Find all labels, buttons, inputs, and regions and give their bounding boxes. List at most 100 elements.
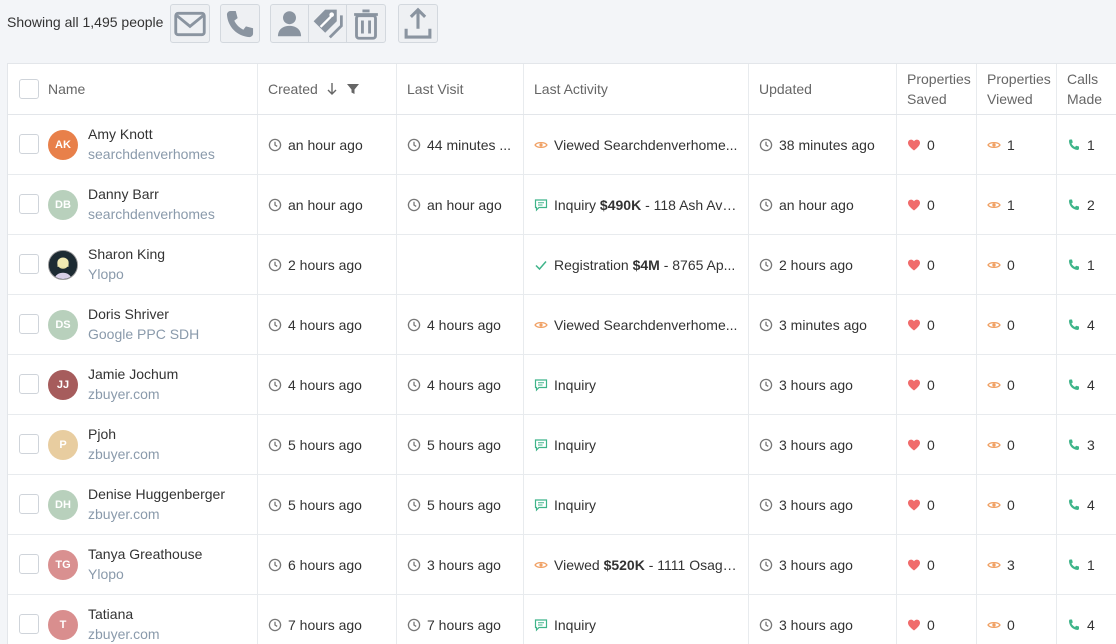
last-visit-text: an hour ago (427, 196, 502, 213)
eye-icon (987, 141, 1001, 148)
cell-last-visit: 3 hours ago (397, 535, 524, 594)
export-button[interactable] (399, 5, 437, 42)
row-checkbox[interactable] (19, 254, 39, 274)
header-updated[interactable]: Updated (749, 64, 897, 114)
calls-count: 2 (1087, 196, 1095, 213)
avatar[interactable]: TG (48, 550, 78, 580)
header-created[interactable]: Created (258, 64, 397, 114)
heart-icon (908, 499, 920, 510)
avatar[interactable]: AK (48, 130, 78, 160)
eye-icon (534, 561, 548, 568)
person-name[interactable]: Denise Huggenberger (88, 486, 225, 502)
cell-created: 2 hours ago (258, 235, 397, 294)
row-checkbox[interactable] (19, 554, 39, 574)
avatar[interactable]: DH (48, 490, 78, 520)
header-name-label[interactable]: Name (48, 81, 85, 97)
delete-button[interactable] (347, 5, 385, 42)
bulk-actions-group (270, 4, 386, 43)
cell-name: Sharon King Ylopo (8, 235, 258, 294)
person-name[interactable]: Pjoh (88, 426, 116, 442)
table-row[interactable]: T Tatiana zbuyer.com 7 hours ago 7 hours… (8, 595, 1116, 644)
calls-count: 1 (1087, 556, 1095, 573)
clock-icon (759, 498, 773, 511)
avatar[interactable]: T (48, 610, 78, 640)
cell-last-activity[interactable]: Inquiry (524, 415, 749, 474)
assign-person-button[interactable] (271, 5, 309, 42)
created-text: an hour ago (288, 136, 363, 153)
phone-icon (226, 10, 254, 37)
person-name[interactable]: Doris Shriver (88, 306, 169, 322)
last-visit-text: 3 hours ago (427, 556, 501, 573)
table-row[interactable]: TG Tanya Greathouse Ylopo 6 hours ago 3 … (8, 535, 1116, 595)
avatar[interactable]: DS (48, 310, 78, 340)
activity-text: Registration $4M - 8765 Ap... (554, 257, 735, 273)
table-header: Name Created Last Visit Last Activity Up… (8, 64, 1116, 115)
person-name[interactable]: Danny Barr (88, 186, 159, 202)
avatar[interactable]: P (48, 430, 78, 460)
row-checkbox[interactable] (19, 194, 39, 214)
phone-button[interactable] (221, 5, 259, 42)
row-checkbox[interactable] (19, 314, 39, 334)
cell-calls-made: 1 (1057, 115, 1116, 174)
phone-icon (1069, 619, 1079, 630)
cell-last-activity[interactable]: Inquiry (524, 595, 749, 644)
cell-last-activity[interactable]: Inquiry (524, 355, 749, 414)
cell-last-activity[interactable]: Viewed Searchdenverhome... (524, 115, 749, 174)
viewed-count: 1 (1007, 196, 1015, 213)
avatar[interactable] (48, 250, 78, 280)
email-button[interactable] (171, 5, 209, 42)
row-checkbox[interactable] (19, 494, 39, 514)
person-name[interactable]: Tanya Greathouse (88, 546, 202, 562)
last-visit-text: 5 hours ago (427, 436, 501, 453)
tag-button[interactable] (309, 5, 347, 42)
cell-last-activity[interactable]: Viewed $520K - 1111 Osage ... (524, 535, 749, 594)
table-row[interactable]: AK Amy Knott searchdenverhomes an hour a… (8, 115, 1116, 175)
header-properties-saved-line2: Saved (907, 91, 947, 107)
header-calls-made[interactable]: Calls Made (1057, 64, 1116, 114)
table-row[interactable]: P Pjoh zbuyer.com 5 hours ago 5 hours ag… (8, 415, 1116, 475)
select-all-checkbox[interactable] (19, 79, 39, 99)
clock-icon (268, 438, 282, 451)
person-name[interactable]: Jamie Jochum (88, 366, 178, 382)
header-last-activity[interactable]: Last Activity (524, 64, 749, 114)
updated-text: 3 hours ago (779, 556, 853, 573)
people-count: Showing all 1,495 people (7, 14, 164, 30)
row-checkbox[interactable] (19, 434, 39, 454)
viewed-count: 0 (1007, 436, 1015, 453)
viewed-count: 0 (1007, 376, 1015, 393)
avatar[interactable]: DB (48, 190, 78, 220)
person-source: zbuyer.com (88, 506, 160, 522)
cell-last-activity[interactable]: Viewed Searchdenverhome... (524, 295, 749, 354)
viewed-count: 0 (1007, 616, 1015, 633)
table-row[interactable]: DH Denise Huggenberger zbuyer.com 5 hour… (8, 475, 1116, 535)
message-icon (534, 438, 548, 451)
row-checkbox[interactable] (19, 614, 39, 634)
cell-last-activity[interactable]: Inquiry (524, 475, 749, 534)
row-checkbox[interactable] (19, 134, 39, 154)
row-checkbox[interactable] (19, 374, 39, 394)
person-name[interactable]: Tatiana (88, 606, 133, 622)
sort-down-icon[interactable] (326, 82, 338, 96)
header-properties-saved[interactable]: Properties Saved (897, 64, 977, 114)
clock-icon (759, 318, 773, 331)
table-row[interactable]: DS Doris Shriver Google PPC SDH 4 hours … (8, 295, 1116, 355)
header-properties-viewed[interactable]: Properties Viewed (977, 64, 1057, 114)
cell-properties-saved: 0 (897, 115, 977, 174)
cell-last-activity[interactable]: Registration $4M - 8765 Ap... (524, 235, 749, 294)
cell-last-activity[interactable]: Inquiry $490K - 118 Ash Ave... (524, 175, 749, 234)
person-name[interactable]: Sharon King (88, 246, 165, 262)
filter-icon[interactable] (346, 82, 360, 96)
avatar-initials: DB (55, 199, 71, 211)
toolbar: Showing all 1,495 people (0, 0, 1116, 64)
table-row[interactable]: JJ Jamie Jochum zbuyer.com 4 hours ago 4… (8, 355, 1116, 415)
person-name[interactable]: Amy Knott (88, 126, 153, 142)
table-row[interactable]: Sharon King Ylopo 2 hours ago Registrati… (8, 235, 1116, 295)
phone-icon (1069, 199, 1079, 210)
avatar[interactable]: JJ (48, 370, 78, 400)
table-row[interactable]: DB Danny Barr searchdenverhomes an hour … (8, 175, 1116, 235)
message-icon (534, 198, 548, 211)
calls-count: 4 (1087, 376, 1095, 393)
header-last-visit[interactable]: Last Visit (397, 64, 524, 114)
calls-count: 4 (1087, 616, 1095, 633)
cell-properties-viewed: 0 (977, 595, 1057, 644)
